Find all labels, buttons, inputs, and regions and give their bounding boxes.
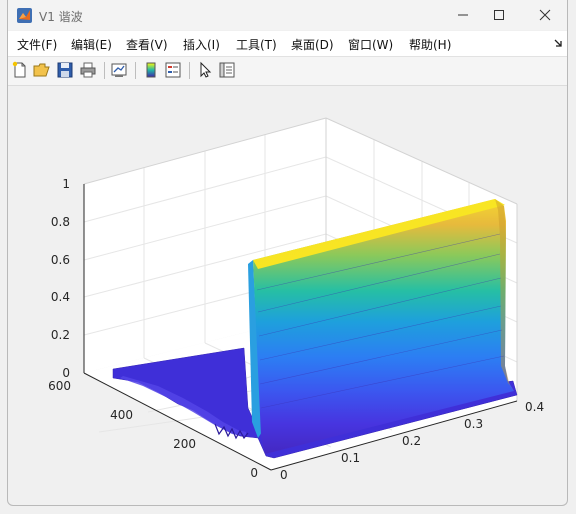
new-figure-icon[interactable] xyxy=(11,61,29,79)
maximize-button[interactable] xyxy=(479,3,519,27)
surface-plot[interactable]: 0 0.2 0.4 0.6 0.8 1 0 200 400 600 0 0.1 … xyxy=(8,86,568,506)
maximize-icon xyxy=(494,10,504,20)
y-tick-label: 600 xyxy=(48,379,71,393)
figure-window: V1 谐波 文件(F) 编辑(E) 查看(V) 插入(I) 工具(T) 桌面(D… xyxy=(7,0,568,506)
x-tick-label: 0.2 xyxy=(402,434,421,448)
dock-arrow-icon[interactable] xyxy=(554,39,563,48)
window-title: V1 谐波 xyxy=(39,10,83,24)
x-tick-label: 0.4 xyxy=(525,400,544,414)
save-icon[interactable] xyxy=(56,61,74,79)
z-tick-label: 1 xyxy=(62,177,70,191)
minimize-button[interactable] xyxy=(443,3,483,27)
edit-plot-icon[interactable] xyxy=(196,61,214,79)
toolbar-separator xyxy=(135,62,136,79)
colorbar-icon[interactable] xyxy=(142,61,160,79)
menu-tools[interactable]: 工具(T) xyxy=(236,36,277,53)
menu-insert[interactable]: 插入(I) xyxy=(183,36,220,53)
print-icon[interactable] xyxy=(79,61,97,79)
title-bar[interactable]: V1 谐波 xyxy=(8,0,567,30)
x-tick-label: 0.3 xyxy=(464,417,483,431)
x-tick-label: 0.1 xyxy=(341,451,360,465)
z-tick-label: 0.4 xyxy=(51,290,70,304)
y-tick-label: 0 xyxy=(250,466,258,480)
menu-bar: 文件(F) 编辑(E) 查看(V) 插入(I) 工具(T) 桌面(D) 窗口(W… xyxy=(8,31,567,57)
menu-file[interactable]: 文件(F) xyxy=(17,36,57,53)
menu-help[interactable]: 帮助(H) xyxy=(409,36,451,53)
property-inspector-icon[interactable] xyxy=(218,61,236,79)
open-file-icon[interactable] xyxy=(33,61,51,79)
menu-window[interactable]: 窗口(W) xyxy=(348,36,393,53)
figure-toolbar xyxy=(8,57,567,86)
menu-desktop[interactable]: 桌面(D) xyxy=(291,36,334,53)
link-plot-icon[interactable] xyxy=(110,61,128,79)
close-button[interactable] xyxy=(525,3,565,27)
z-tick-label: 0 xyxy=(62,366,70,380)
toolbar-separator xyxy=(104,62,105,79)
legend-icon[interactable] xyxy=(164,61,182,79)
z-tick-label: 0.6 xyxy=(51,253,70,267)
z-tick-label: 0.8 xyxy=(51,215,70,229)
matlab-app-icon xyxy=(17,8,32,23)
x-tick-label: 0 xyxy=(280,468,288,482)
y-tick-label: 200 xyxy=(173,437,196,451)
toolbar-separator xyxy=(189,62,190,79)
menu-edit[interactable]: 编辑(E) xyxy=(71,36,112,53)
close-icon xyxy=(539,9,551,21)
menu-view[interactable]: 查看(V) xyxy=(126,36,168,53)
z-tick-label: 0.2 xyxy=(51,328,70,342)
y-tick-label: 400 xyxy=(110,408,133,422)
minimize-icon xyxy=(458,14,468,16)
